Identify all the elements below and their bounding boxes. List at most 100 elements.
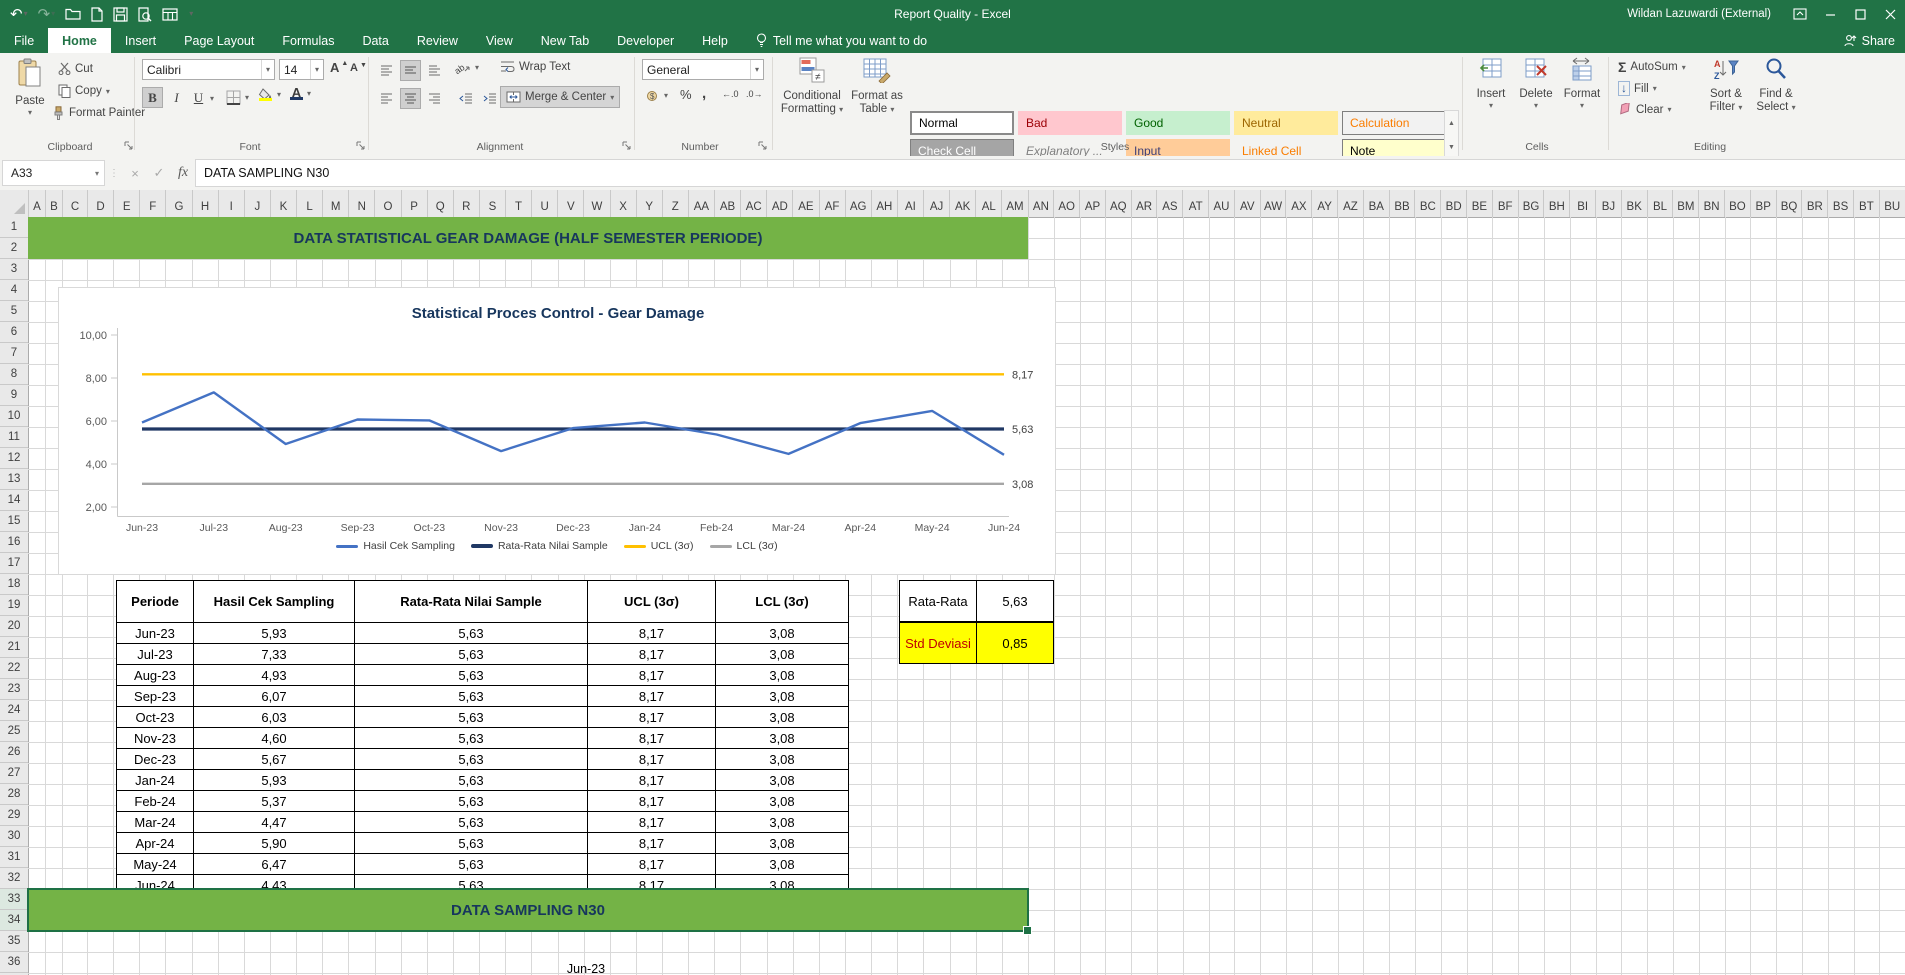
spc-data-cell[interactable]: 3,08 <box>716 770 849 791</box>
table-row[interactable]: Mar-244,475,638,173,08 <box>117 812 849 833</box>
tab-developer[interactable]: Developer <box>603 28 688 53</box>
spc-data-cell[interactable]: 5,63 <box>355 686 588 707</box>
column-header-AT[interactable]: AT <box>1183 190 1209 217</box>
sampling-banner-cell[interactable]: DATA SAMPLING N30 <box>28 889 1028 931</box>
row-header-12[interactable]: 12 <box>0 448 28 469</box>
cell-style-neutral[interactable]: Neutral <box>1234 111 1338 135</box>
row-header-9[interactable]: 9 <box>0 385 28 406</box>
column-header-AA[interactable]: AA <box>689 190 715 217</box>
column-header-BE[interactable]: BE <box>1467 190 1493 217</box>
column-header-AM[interactable]: AM <box>1002 190 1028 217</box>
row-header-35[interactable]: 35 <box>0 931 28 952</box>
spc-data-cell[interactable]: 8,17 <box>588 791 716 812</box>
row-header-34[interactable]: 34 <box>0 910 28 931</box>
spc-data-cell[interactable]: 5,63 <box>355 791 588 812</box>
row-header-3[interactable]: 3 <box>0 259 28 280</box>
column-header-BP[interactable]: BP <box>1751 190 1777 217</box>
column-header-W[interactable]: W <box>584 190 610 217</box>
bottom-align-button[interactable] <box>424 60 445 81</box>
column-header-AX[interactable]: AX <box>1286 190 1312 217</box>
row-header-18[interactable]: 18 <box>0 574 28 595</box>
row-header-17[interactable]: 17 <box>0 553 28 574</box>
number-format-combo[interactable]: General▾ <box>642 59 764 80</box>
row-header-8[interactable]: 8 <box>0 364 28 385</box>
column-header-E[interactable]: E <box>114 190 140 217</box>
table-row[interactable]: Jan-245,935,638,173,08 <box>117 770 849 791</box>
column-header-AI[interactable]: AI <box>898 190 924 217</box>
column-header-Q[interactable]: Q <box>428 190 454 217</box>
format-cells-button[interactable]: Format ▾ <box>1560 57 1604 111</box>
column-header-S[interactable]: S <box>480 190 506 217</box>
italic-button[interactable]: I <box>166 87 187 108</box>
underline-button[interactable]: U <box>188 87 209 108</box>
row-header-10[interactable]: 10 <box>0 406 28 427</box>
paste-button[interactable]: Paste ▾ <box>8 58 52 118</box>
column-header-AK[interactable]: AK <box>950 190 976 217</box>
row-header-11[interactable]: 11 <box>0 427 28 448</box>
tab-review[interactable]: Review <box>403 28 472 53</box>
column-header-BL[interactable]: BL <box>1648 190 1674 217</box>
spc-data-cell[interactable]: 5,67 <box>194 749 355 770</box>
column-header-AP[interactable]: AP <box>1080 190 1106 217</box>
spc-data-cell[interactable]: 8,17 <box>588 623 716 644</box>
column-header-BR[interactable]: BR <box>1802 190 1828 217</box>
comma-style-button[interactable]: , <box>702 85 706 102</box>
clipboard-dialog-launcher[interactable] <box>124 141 133 152</box>
spc-data-cell[interactable]: 5,63 <box>355 749 588 770</box>
row-header-15[interactable]: 15 <box>0 511 28 532</box>
enter-button[interactable]: ✓ <box>147 165 171 181</box>
row-header-6[interactable]: 6 <box>0 322 28 343</box>
spc-data-cell[interactable]: 5,63 <box>355 833 588 854</box>
bold-button[interactable]: B <box>142 87 163 108</box>
column-header-K[interactable]: K <box>271 190 297 217</box>
column-header-Y[interactable]: Y <box>637 190 663 217</box>
close-button[interactable] <box>1875 0 1905 28</box>
table-row[interactable]: May-246,475,638,173,08 <box>117 854 849 875</box>
spc-data-cell[interactable]: 5,37 <box>194 791 355 812</box>
spc-data-cell[interactable]: Jul-23 <box>117 644 194 665</box>
spc-data-cell[interactable]: 5,93 <box>194 623 355 644</box>
column-header-BG[interactable]: BG <box>1519 190 1545 217</box>
column-header-AG[interactable]: AG <box>846 190 872 217</box>
column-header-AO[interactable]: AO <box>1054 190 1080 217</box>
number-dialog-launcher[interactable] <box>758 141 767 152</box>
alignment-dialog-launcher[interactable] <box>622 141 631 152</box>
spc-data-cell[interactable]: 3,08 <box>716 854 849 875</box>
insert-cells-button[interactable]: Insert ▾ <box>1470 57 1512 111</box>
center-button[interactable] <box>400 88 421 109</box>
column-header-BC[interactable]: BC <box>1415 190 1441 217</box>
align-left-button[interactable] <box>376 88 397 109</box>
column-header-G[interactable]: G <box>166 190 192 217</box>
row-header-13[interactable]: 13 <box>0 469 28 490</box>
tab-formulas[interactable]: Formulas <box>268 28 348 53</box>
spc-data-cell[interactable]: 8,17 <box>588 770 716 791</box>
row-header-20[interactable]: 20 <box>0 616 28 637</box>
decrease-decimal-button[interactable]: .0→ <box>746 89 763 99</box>
row-header-31[interactable]: 31 <box>0 847 28 868</box>
spc-data-cell[interactable]: 3,08 <box>716 686 849 707</box>
row-header-24[interactable]: 24 <box>0 700 28 721</box>
spc-data-cell[interactable]: Jan-24 <box>117 770 194 791</box>
account-name[interactable]: Wildan Lazuwardi (External) <box>1627 8 1771 20</box>
column-header-AL[interactable]: AL <box>976 190 1002 217</box>
column-header-BD[interactable]: BD <box>1441 190 1467 217</box>
spc-data-cell[interactable]: 8,17 <box>588 812 716 833</box>
column-header-AZ[interactable]: AZ <box>1338 190 1364 217</box>
row-header-27[interactable]: 27 <box>0 763 28 784</box>
percent-style-button[interactable]: % <box>680 87 692 102</box>
save-button[interactable] <box>113 7 128 22</box>
spc-data-cell[interactable]: 3,08 <box>716 791 849 812</box>
column-header-AJ[interactable]: AJ <box>924 190 950 217</box>
row-header-29[interactable]: 29 <box>0 805 28 826</box>
underline-caret-icon[interactable]: ▾ <box>210 94 214 103</box>
middle-align-button[interactable] <box>400 60 421 81</box>
row-header-32[interactable]: 32 <box>0 868 28 889</box>
table-row[interactable]: Apr-245,905,638,173,08 <box>117 833 849 854</box>
column-header-B[interactable]: B <box>46 190 63 217</box>
spc-data-cell[interactable]: 3,08 <box>716 728 849 749</box>
column-header-BA[interactable]: BA <box>1364 190 1390 217</box>
fill-color-button[interactable]: ▾ <box>258 88 281 101</box>
column-header-L[interactable]: L <box>297 190 323 217</box>
top-align-button[interactable] <box>376 60 397 81</box>
tab-new-tab[interactable]: New Tab <box>527 28 603 53</box>
